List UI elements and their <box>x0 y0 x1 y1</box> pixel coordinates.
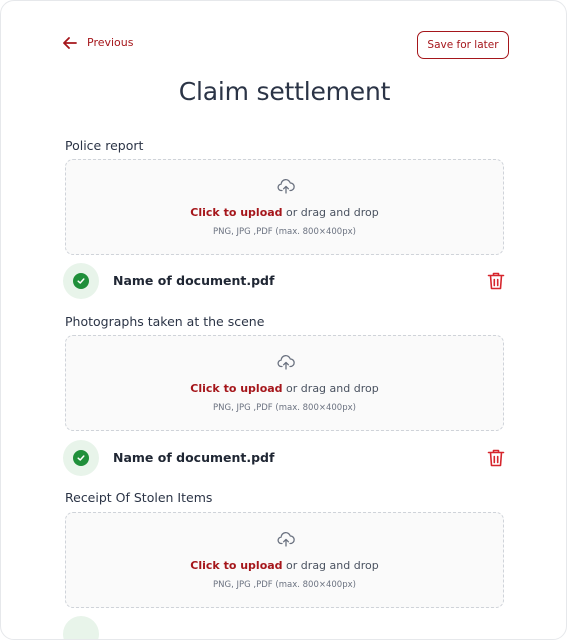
save-for-later-button[interactable]: Save for later <box>417 31 509 59</box>
check-circle-icon <box>63 263 99 299</box>
page-title: Claim settlement <box>178 77 391 106</box>
upload-instruction: Click to upload or drag and drop <box>66 382 503 395</box>
uploaded-file-row: Name of document.pdf <box>63 440 505 476</box>
previous-label: Previous <box>87 36 134 49</box>
upload-hint: PNG, JPG ,PDF (max. 800×400px) <box>213 227 356 237</box>
drag-drop-text: or drag and drop <box>282 559 379 572</box>
uploaded-file-row: Name of document.pdf <box>63 263 505 299</box>
check-circle-icon <box>63 616 99 639</box>
upload-dropzone-receipt[interactable]: Click to upload or drag and drop PNG, JP… <box>65 512 504 608</box>
click-to-upload-link[interactable]: Click to upload <box>190 382 282 395</box>
previous-link[interactable]: Previous <box>63 36 134 49</box>
upload-hint: PNG, JPG ,PDF (max. 800×400px) <box>213 580 356 590</box>
section-label-police-report: Police report <box>65 138 144 153</box>
upload-hint: PNG, JPG ,PDF (max. 800×400px) <box>213 403 356 413</box>
file-name: Name of document.pdf <box>113 273 275 288</box>
upload-instruction: Click to upload or drag and drop <box>66 559 503 572</box>
section-label-receipt: Receipt Of Stolen Items <box>65 490 213 505</box>
arrow-left-icon <box>63 36 77 49</box>
uploaded-file-row-partial <box>63 616 505 639</box>
upload-instruction: Click to upload or drag and drop <box>66 206 503 219</box>
top-bar: Previous Save for later <box>63 31 509 60</box>
upload-dropzone-police-report[interactable]: Click to upload or drag and drop PNG, JP… <box>65 159 504 255</box>
check-circle-icon <box>63 440 99 476</box>
claim-settlement-card: Previous Save for later Claim settlement… <box>0 0 567 640</box>
cloud-upload-icon <box>277 532 295 547</box>
trash-icon[interactable] <box>487 271 505 291</box>
drag-drop-text: or drag and drop <box>282 206 379 219</box>
file-name: Name of document.pdf <box>113 450 275 465</box>
trash-icon[interactable] <box>487 448 505 468</box>
drag-drop-text: or drag and drop <box>282 382 379 395</box>
upload-dropzone-photographs[interactable]: Click to upload or drag and drop PNG, JP… <box>65 335 504 431</box>
cloud-upload-icon <box>277 179 295 194</box>
section-label-photographs: Photographs taken at the scene <box>65 314 265 329</box>
click-to-upload-link[interactable]: Click to upload <box>190 559 282 572</box>
cloud-upload-icon <box>277 355 295 370</box>
click-to-upload-link[interactable]: Click to upload <box>190 206 282 219</box>
